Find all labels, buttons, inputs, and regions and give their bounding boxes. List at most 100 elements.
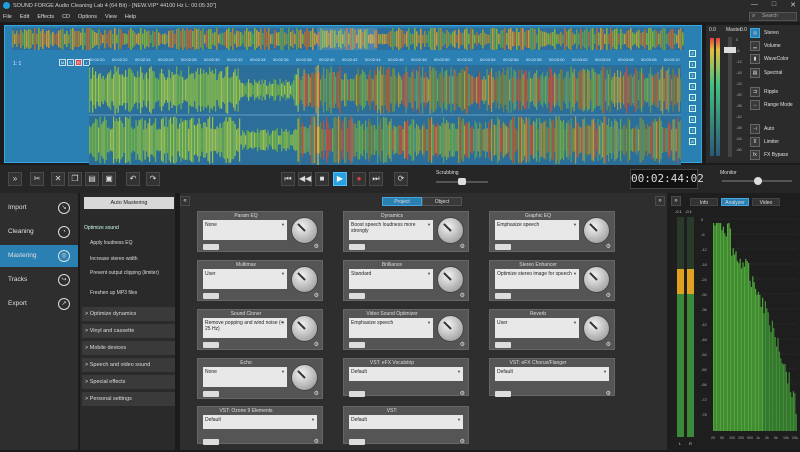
auto-mastering-button[interactable]: Auto Mastering	[84, 197, 174, 209]
effect-enable-toggle[interactable]	[203, 391, 219, 397]
gear-icon[interactable]: ⚙	[314, 292, 319, 299]
zoom-level[interactable]: 6	[689, 116, 696, 123]
preset-item[interactable]: Prevent output clipping (limiter)	[90, 270, 174, 276]
effect-preset-select[interactable]: Default ▼	[349, 415, 463, 429]
effect-preset-select[interactable]: Default ▼	[349, 367, 463, 381]
waveform-panel[interactable]: 1: 1 M S R • 00:02:20 00:02:22 00:02:24 00:…	[4, 25, 702, 165]
effect-card[interactable]: VST: Ozone 9 Elements Default ▼ ⚙	[197, 406, 323, 445]
effect-amount-knob[interactable]	[291, 217, 318, 244]
overview-view-window[interactable]	[317, 28, 377, 50]
effect-enable-toggle[interactable]	[349, 342, 365, 348]
effect-card[interactable]: VST: eFX Vocalstrip Default ▼ ⚙	[343, 358, 469, 397]
monitor-handle[interactable]	[754, 177, 762, 185]
trim-icon[interactable]: ▣	[102, 172, 116, 186]
expand-right-icon[interactable]: »	[655, 196, 665, 206]
effect-enable-toggle[interactable]	[495, 391, 511, 397]
gear-icon[interactable]: ⚙	[314, 438, 319, 445]
tab-analyzer[interactable]: Analyzer	[721, 198, 749, 206]
effect-preset-select[interactable]: Emphasize speech ▼	[495, 220, 579, 240]
paste-icon[interactable]: ▤	[85, 172, 99, 186]
tab-info[interactable]: Info	[690, 198, 718, 206]
effect-amount-knob[interactable]	[583, 315, 610, 342]
section-special-effects[interactable]: > Special effects	[82, 375, 175, 390]
search-input[interactable]: ⌕ Search	[749, 12, 797, 21]
close-button[interactable]: ✕	[790, 1, 796, 9]
nav-cleaning[interactable]: Cleaning ◔	[0, 221, 78, 243]
cut-tool-icon[interactable]: ✂	[30, 172, 44, 186]
zoom-level[interactable]: 4	[689, 94, 696, 101]
effect-card[interactable]: Brilliance Standard ▼ ⚙	[343, 260, 469, 301]
gear-icon[interactable]: ⚙	[460, 292, 465, 299]
maximize-button[interactable]: □	[772, 1, 776, 9]
effect-enable-toggle[interactable]	[203, 342, 219, 348]
effect-amount-knob[interactable]	[291, 315, 318, 342]
nav-mastering[interactable]: Mastering ◎	[0, 245, 78, 267]
gear-icon[interactable]: ⚙	[606, 292, 611, 299]
effect-amount-knob[interactable]	[583, 266, 610, 293]
stereo-label[interactable]: Stereo	[764, 30, 779, 36]
effect-card[interactable]: Multimax User ▼ ⚙	[197, 260, 323, 301]
menu-effects[interactable]: Effects	[37, 14, 54, 20]
section-speech-video[interactable]: > Speech and video sound	[82, 358, 175, 373]
effect-amount-knob[interactable]	[437, 266, 464, 293]
loop-icon[interactable]: ⟳	[394, 172, 408, 186]
preset-item[interactable]: Apply loudness EQ	[90, 240, 133, 246]
fx-bypass-label[interactable]: FX Bypass	[764, 152, 788, 158]
effect-card[interactable]: Stereo Enhancer Optimize stereo image for…	[489, 260, 615, 301]
effect-card[interactable]: VST: Default ▼ ⚙	[343, 406, 469, 445]
range-mode-icon[interactable]: ↔	[750, 100, 760, 110]
redo-icon[interactable]: ↷	[146, 172, 160, 186]
record-icon[interactable]: ●	[352, 172, 366, 186]
effect-enable-toggle[interactable]	[349, 293, 365, 299]
effect-preset-select[interactable]: Standard ▼	[349, 269, 433, 289]
nav-tracks[interactable]: Tracks ↪	[0, 269, 78, 291]
time-ruler[interactable]: 00:02:20 00:02:22 00:02:24 00:02:26 00:02:28…	[89, 56, 681, 64]
effect-preset-select[interactable]: User ▼	[495, 318, 579, 338]
effect-enable-toggle[interactable]	[203, 293, 219, 299]
gear-icon[interactable]: ⚙	[460, 243, 465, 250]
optimize-sound-header[interactable]: Optimize sound	[84, 225, 119, 231]
effect-amount-knob[interactable]	[583, 217, 610, 244]
effect-preset-select[interactable]: Boost speech loudness more strongly ▼	[349, 220, 433, 240]
effect-preset-select[interactable]: Default ▼	[203, 415, 317, 429]
gear-icon[interactable]: ⚙	[606, 243, 611, 250]
section-optimize-dynamics[interactable]: > Optimize dynamics	[82, 307, 175, 322]
effect-card[interactable]: Echo None ▼ ⚙	[197, 358, 323, 399]
range-mode-label[interactable]: Range Mode	[764, 102, 793, 108]
zoom-button[interactable]: Z	[689, 50, 696, 57]
effect-enable-toggle[interactable]	[495, 293, 511, 299]
effect-enable-toggle[interactable]	[349, 244, 365, 250]
effect-card[interactable]: Graphic EQ Emphasize speech ▼ ⚙	[489, 211, 615, 252]
effect-preset-select[interactable]: None ▼	[203, 367, 287, 387]
section-mobile-devices[interactable]: > Mobile devices	[82, 341, 175, 356]
fx-bypass-icon[interactable]: fx	[750, 150, 760, 160]
zoom-level[interactable]: 7	[689, 127, 696, 134]
nav-import[interactable]: Import ↘	[0, 197, 78, 219]
menu-edit[interactable]: Edit	[20, 14, 29, 20]
effect-enable-toggle[interactable]	[203, 244, 219, 250]
effect-enable-toggle[interactable]	[495, 342, 511, 348]
record-arm-button[interactable]: R	[75, 59, 82, 66]
menu-options[interactable]: Options	[78, 14, 97, 20]
effect-enable-toggle[interactable]	[349, 391, 365, 397]
scrubbing-slider[interactable]	[436, 178, 488, 185]
auto-icon[interactable]: ⊣	[750, 124, 760, 134]
limiter-icon[interactable]: ⊼	[750, 137, 760, 147]
menu-file[interactable]: File	[3, 14, 12, 20]
go-to-start-icon[interactable]: ⏮	[281, 172, 295, 186]
stereo-icon[interactable]: ◎	[750, 28, 760, 38]
zoom-level[interactable]: 1	[689, 61, 696, 68]
spectral-icon[interactable]: ▤	[750, 68, 760, 78]
effect-enable-toggle[interactable]	[495, 244, 511, 250]
zoom-level[interactable]: 3	[689, 83, 696, 90]
menu-help[interactable]: Help	[125, 14, 136, 20]
effect-amount-knob[interactable]	[437, 217, 464, 244]
gear-icon[interactable]: ⚙	[460, 341, 465, 348]
ripple-label[interactable]: Ripple	[764, 89, 778, 95]
menu-cd[interactable]: CD	[62, 14, 70, 20]
ripple-icon[interactable]: ⇉	[750, 87, 760, 97]
section-personal-settings[interactable]: > Personal settings	[82, 392, 175, 407]
preset-item[interactable]: Freshen up MP3 files	[90, 290, 137, 296]
limiter-label[interactable]: Limiter	[764, 139, 779, 145]
effect-card[interactable]: Param EQ None ▼ ⚙	[197, 211, 323, 252]
